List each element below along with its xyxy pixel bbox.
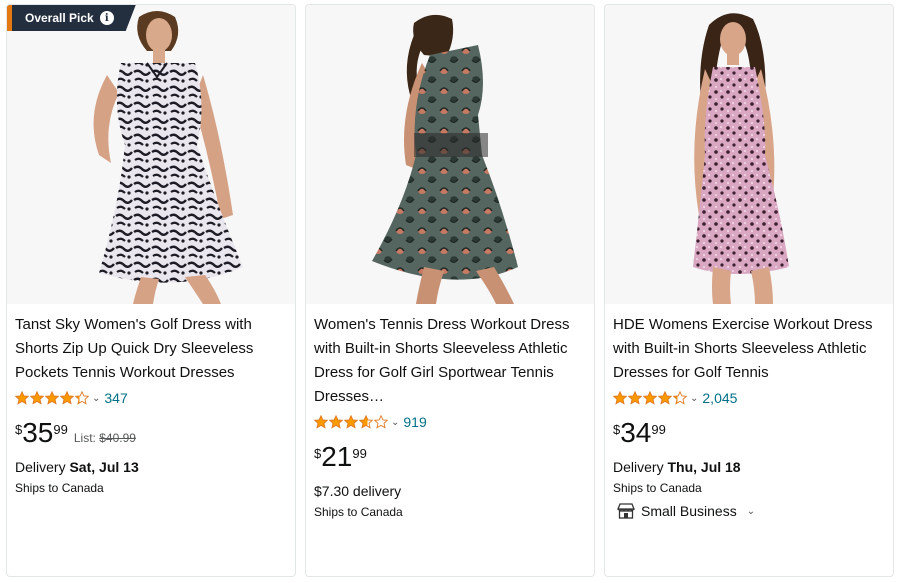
star-icon [628,391,642,405]
star-icon [30,391,44,405]
list-price: List: $40.99 [73,431,136,445]
price-whole: 34 [620,417,652,448]
product-title[interactable]: HDE Womens Exercise Workout Dress with B… [613,313,885,385]
price-fraction: 99 [651,422,666,437]
product-title[interactable]: Tanst Sky Women's Golf Dress with Shorts… [15,313,287,385]
star-rating [15,391,89,405]
price-whole: 21 [321,441,353,472]
price-fraction: 99 [352,446,367,461]
rating-row[interactable]: ⌄ 2,045 [613,387,885,409]
product-card-2[interactable]: Women's Tennis Dress Workout Dress with … [305,4,595,577]
star-icon [658,391,672,405]
rating-count[interactable]: 2,045 [702,390,737,406]
delivery-date: Sat, Jul 13 [69,459,139,475]
product-image-1[interactable] [7,5,295,304]
rating-row[interactable]: ⌄ 347 [15,387,287,409]
small-business-label: Small Business [641,503,737,519]
product-card-1[interactable]: Overall Pick i Tanst Sky Women's Golf Dr… [6,4,296,577]
price-symbol: $ [314,446,322,461]
dress-image-pink-floral [693,13,789,304]
star-icon [60,391,74,405]
chevron-down-icon[interactable]: ⌄ [690,393,698,404]
star-icon [15,391,29,405]
star-icon [374,415,388,429]
star-icon [45,391,59,405]
delivery-date: Thu, Jul 18 [667,459,741,475]
ships-to: Ships to Canada [314,505,403,519]
ships-to: Ships to Canada [613,481,702,495]
chevron-down-icon[interactable]: ⌄ [391,417,399,428]
storefront-icon [617,503,635,519]
price[interactable]: $ 35 99 List: $40.99 [15,419,287,449]
chevron-down-icon[interactable]: ⌄ [747,506,755,517]
badge-label: Overall Pick [25,11,94,25]
star-rating [314,415,388,429]
star-rating [613,391,687,405]
price-fraction: 99 [53,422,68,437]
chevron-down-icon[interactable]: ⌄ [92,393,100,404]
overall-pick-badge: Overall Pick i [7,5,136,31]
star-icon [643,391,657,405]
dress-image-leopard-green [372,14,518,304]
delivery-info: Delivery Sat, Jul 13 [15,459,287,475]
price-symbol: $ [15,422,23,437]
price-whole: 35 [22,417,54,448]
list-price-value: $40.99 [99,431,136,445]
delivery-label: Delivery [613,459,664,475]
star-icon [673,391,687,405]
rating-row[interactable]: ⌄ 919 [314,411,586,433]
star-icon [329,415,343,429]
product-title[interactable]: Women's Tennis Dress Workout Dress with … [314,313,586,409]
product-image-3[interactable] [605,5,893,304]
star-icon [344,415,358,429]
dress-image-animal-print [93,11,243,304]
ships-to: Ships to Canada [15,481,104,495]
star-icon [314,415,328,429]
star-icon [613,391,627,405]
rating-count[interactable]: 919 [403,414,426,430]
delivery-label: Delivery [15,459,66,475]
info-icon[interactable]: i [100,11,114,25]
product-image-2[interactable] [306,5,594,304]
delivery-info: Delivery Thu, Jul 18 [613,459,885,475]
price[interactable]: $ 21 99 [314,443,586,473]
small-business-badge[interactable]: Small Business ⌄ [613,503,885,519]
delivery-cost: $7.30 delivery [314,483,402,499]
rating-count[interactable]: 347 [104,390,127,406]
star-icon [75,391,89,405]
price-symbol: $ [613,422,621,437]
star-icon [359,415,373,429]
product-card-3[interactable]: HDE Womens Exercise Workout Dress with B… [604,4,894,577]
price[interactable]: $ 34 99 [613,419,885,449]
